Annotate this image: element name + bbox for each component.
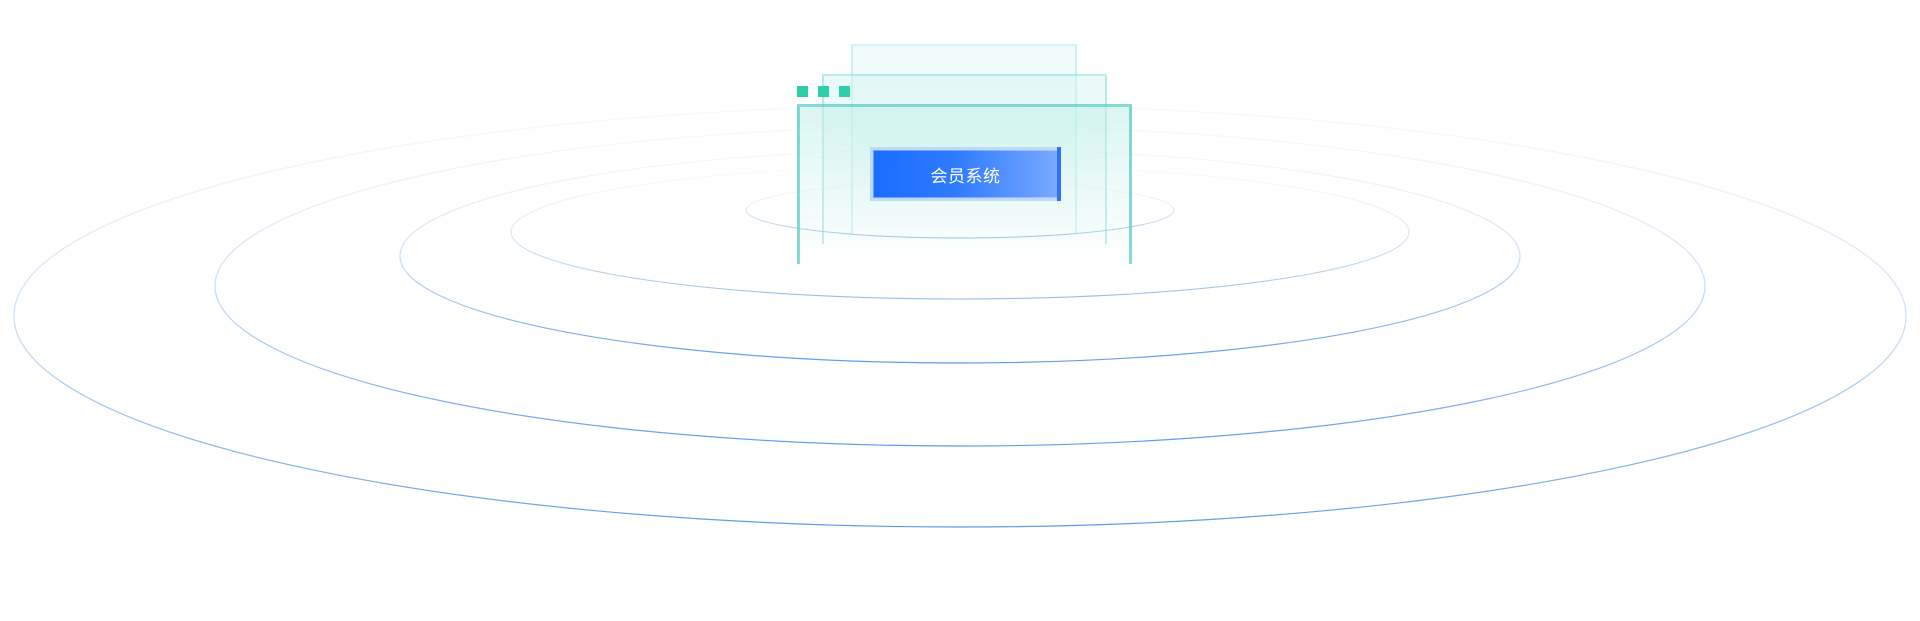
window-dot	[839, 86, 850, 97]
member-system-illustration: 会员系统	[0, 0, 1920, 621]
member-system-button-label: 会员系统	[930, 166, 1001, 187]
window-dot	[797, 86, 808, 97]
window-dot	[818, 86, 829, 97]
member-system-button[interactable]: 会员系统	[870, 147, 1061, 201]
window-dots	[797, 86, 850, 98]
